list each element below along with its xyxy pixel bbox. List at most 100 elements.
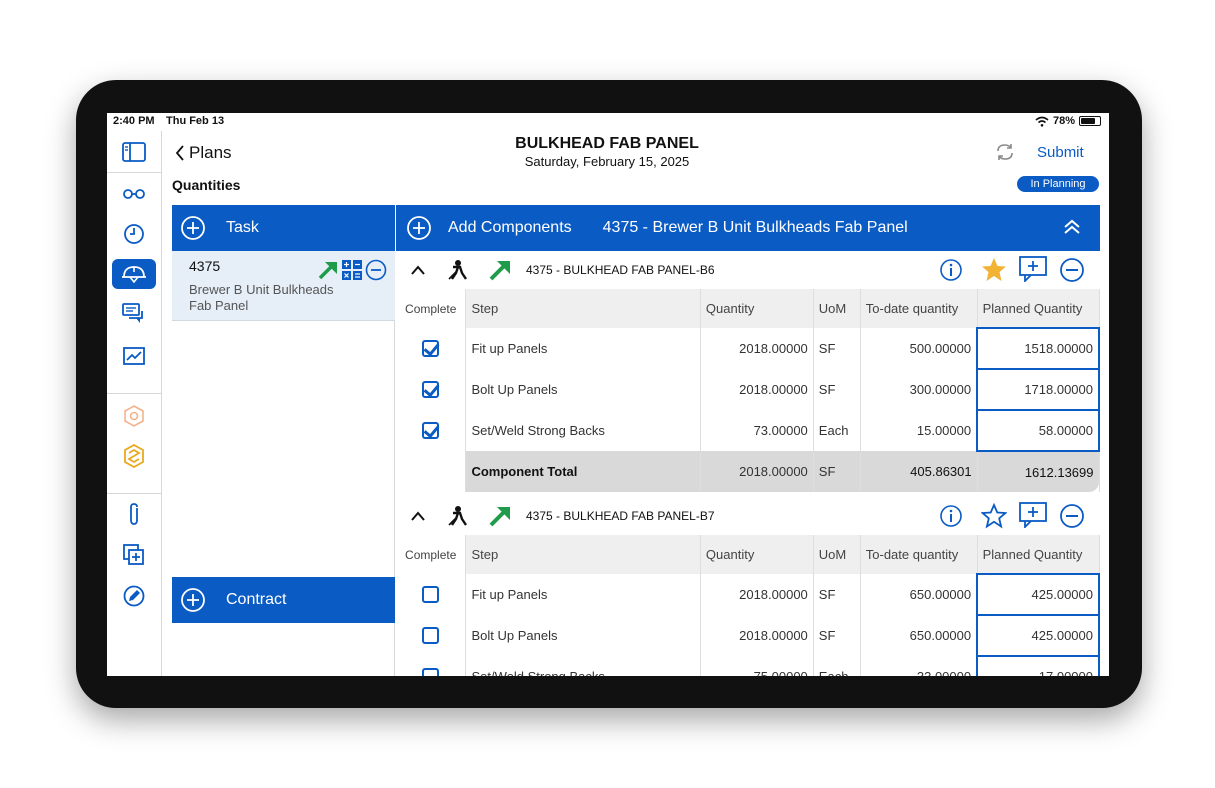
orange-module-icon[interactable]	[112, 401, 156, 431]
status-badge: In Planning	[1017, 176, 1099, 192]
total-uom: SF	[813, 451, 861, 492]
uom-cell: SF	[813, 615, 861, 656]
trend-up-arrow-icon[interactable]	[317, 260, 339, 280]
step-cell: Fit up Panels	[465, 328, 701, 369]
component-table-b6: Complete Step Quantity UoM To-date quant…	[396, 289, 1100, 492]
uom-cell: SF	[813, 328, 861, 369]
info-icon[interactable]	[939, 504, 963, 528]
planned-quantity-input[interactable]: 58.00000	[976, 409, 1100, 452]
hardhat-icon[interactable]	[112, 259, 156, 289]
components-panel: Add Components 4375 - Brewer B Unit Bulk…	[396, 205, 1109, 676]
section-label: Quantities	[172, 177, 241, 193]
table-row: Fit up Panels 2018.00000 SF 650.00000 42…	[396, 573, 1100, 616]
add-components-icon[interactable]	[406, 215, 432, 241]
complete-checkbox[interactable]	[422, 668, 440, 676]
col-complete: Complete	[396, 535, 467, 574]
chart-icon[interactable]	[112, 341, 156, 371]
table-row: Bolt Up Panels 2018.00000 SF 300.00000 1…	[396, 368, 1100, 411]
step-cell: Bolt Up Panels	[465, 615, 701, 656]
total-planned: 1612.13699	[977, 451, 1100, 492]
back-label: Plans	[189, 143, 232, 162]
chat-icon[interactable]	[112, 299, 156, 329]
quantity-cell: 73.00000	[700, 410, 814, 451]
add-task-icon[interactable]	[180, 215, 206, 241]
info-icon[interactable]	[939, 258, 963, 282]
calculator-icon[interactable]	[342, 260, 362, 280]
table-header-row: Complete Step Quantity UoM To-date quant…	[396, 289, 1100, 328]
col-todate: To-date quantity	[860, 289, 978, 328]
edit-circle-icon[interactable]	[112, 581, 156, 611]
add-components-button[interactable]: Add Components	[448, 219, 572, 237]
remove-circle-icon[interactable]	[1059, 503, 1085, 529]
contract-header-label: Contract	[226, 591, 287, 608]
add-comment-icon[interactable]	[1019, 256, 1047, 282]
complete-checkbox[interactable]	[422, 381, 440, 399]
col-step: Step	[465, 289, 701, 328]
complete-checkbox[interactable]	[422, 586, 440, 604]
table-row: Set/Weld Strong Backs 75.00000 Each 33.0…	[396, 655, 1100, 676]
refresh-icon[interactable]	[994, 142, 1016, 167]
planned-quantity-input[interactable]: 1518.00000	[976, 327, 1100, 370]
remove-circle-icon[interactable]	[365, 259, 387, 281]
remove-circle-icon[interactable]	[1059, 257, 1085, 283]
battery-percent: 78%	[1052, 115, 1075, 127]
table-row: Fit up Panels 2018.00000 SF 500.00000 15…	[396, 327, 1100, 370]
task-header[interactable]: Task	[172, 205, 395, 251]
component-row-b7: 4375 - BULKHEAD FAB PANEL-B7	[396, 497, 1100, 535]
worker-icon	[448, 260, 467, 280]
add-copy-icon[interactable]	[112, 540, 156, 570]
clock-icon[interactable]	[112, 219, 156, 249]
chevron-up-icon[interactable]	[410, 510, 426, 522]
component-name: 4375 - BULKHEAD FAB PANEL-B6	[526, 263, 715, 277]
add-comment-icon[interactable]	[1019, 502, 1047, 528]
contract-header[interactable]: Contract	[172, 577, 395, 623]
status-time: 2:40 PM	[113, 115, 155, 127]
planned-quantity-input[interactable]: 1718.00000	[976, 368, 1100, 411]
star-filled-icon[interactable]	[981, 257, 1007, 283]
rail-divider	[107, 172, 162, 173]
planned-quantity-input[interactable]: 425.00000	[976, 573, 1100, 616]
task-actions	[317, 259, 387, 281]
star-outline-icon[interactable]	[981, 503, 1007, 529]
planned-quantity-input[interactable]: 425.00000	[976, 614, 1100, 657]
complete-checkbox[interactable]	[422, 340, 440, 358]
components-header-title: 4375 - Brewer B Unit Bulkheads Fab Panel	[602, 219, 908, 236]
component-total-row: Component Total 2018.00000 SF 405.86301 …	[396, 451, 1100, 492]
uom-cell: Each	[813, 656, 861, 676]
sidebar-toggle-icon[interactable]	[112, 137, 156, 167]
page-subtitle: Saturday, February 15, 2025	[524, 154, 690, 169]
chevron-up-icon[interactable]	[410, 264, 426, 276]
quantity-cell: 2018.00000	[700, 574, 814, 615]
complete-checkbox[interactable]	[422, 627, 440, 645]
planned-quantity-input[interactable]: 17.00000	[976, 655, 1100, 676]
left-panel: Task 4375 Brewer B Unit Bulkheads Fab Pa…	[172, 205, 395, 676]
submit-button[interactable]: Submit	[1037, 144, 1084, 161]
back-button[interactable]: Plans	[175, 143, 232, 163]
status-right: 78%	[1035, 115, 1101, 127]
task-id: 4375	[189, 258, 221, 274]
table-row: Bolt Up Panels 2018.00000 SF 650.00000 4…	[396, 614, 1100, 657]
worker-icon	[448, 506, 467, 526]
paperclip-icon[interactable]	[112, 499, 156, 529]
wifi-icon	[1035, 116, 1049, 127]
trend-up-arrow-icon[interactable]	[488, 258, 512, 282]
status-bar: 2:40 PM Thu Feb 13 78%	[107, 113, 1109, 131]
complete-checkbox[interactable]	[422, 422, 440, 440]
col-uom: UoM	[813, 289, 861, 328]
app-screen: 2:40 PM Thu Feb 13 78% Plans BULKHEAD FA…	[107, 113, 1109, 676]
col-quantity: Quantity	[700, 289, 814, 328]
todate-cell: 650.00000	[860, 615, 978, 656]
todate-cell: 300.00000	[860, 369, 978, 410]
yellow-module-icon[interactable]	[112, 441, 156, 471]
chevron-left-icon	[175, 145, 184, 161]
step-cell: Set/Weld Strong Backs	[465, 656, 701, 676]
task-description: Brewer B Unit Bulkheads Fab Panel	[189, 282, 334, 313]
glasses-icon[interactable]	[112, 179, 156, 209]
todate-cell: 15.00000	[860, 410, 978, 451]
total-quantity: 2018.00000	[700, 451, 814, 492]
trend-up-arrow-icon[interactable]	[488, 504, 512, 528]
task-list-item[interactable]: 4375 Brewer B Unit Bulkheads Fab Panel	[172, 251, 395, 321]
double-chevron-up-icon[interactable]	[1062, 217, 1082, 237]
todate-cell: 650.00000	[860, 574, 978, 615]
add-contract-icon[interactable]	[180, 587, 206, 613]
